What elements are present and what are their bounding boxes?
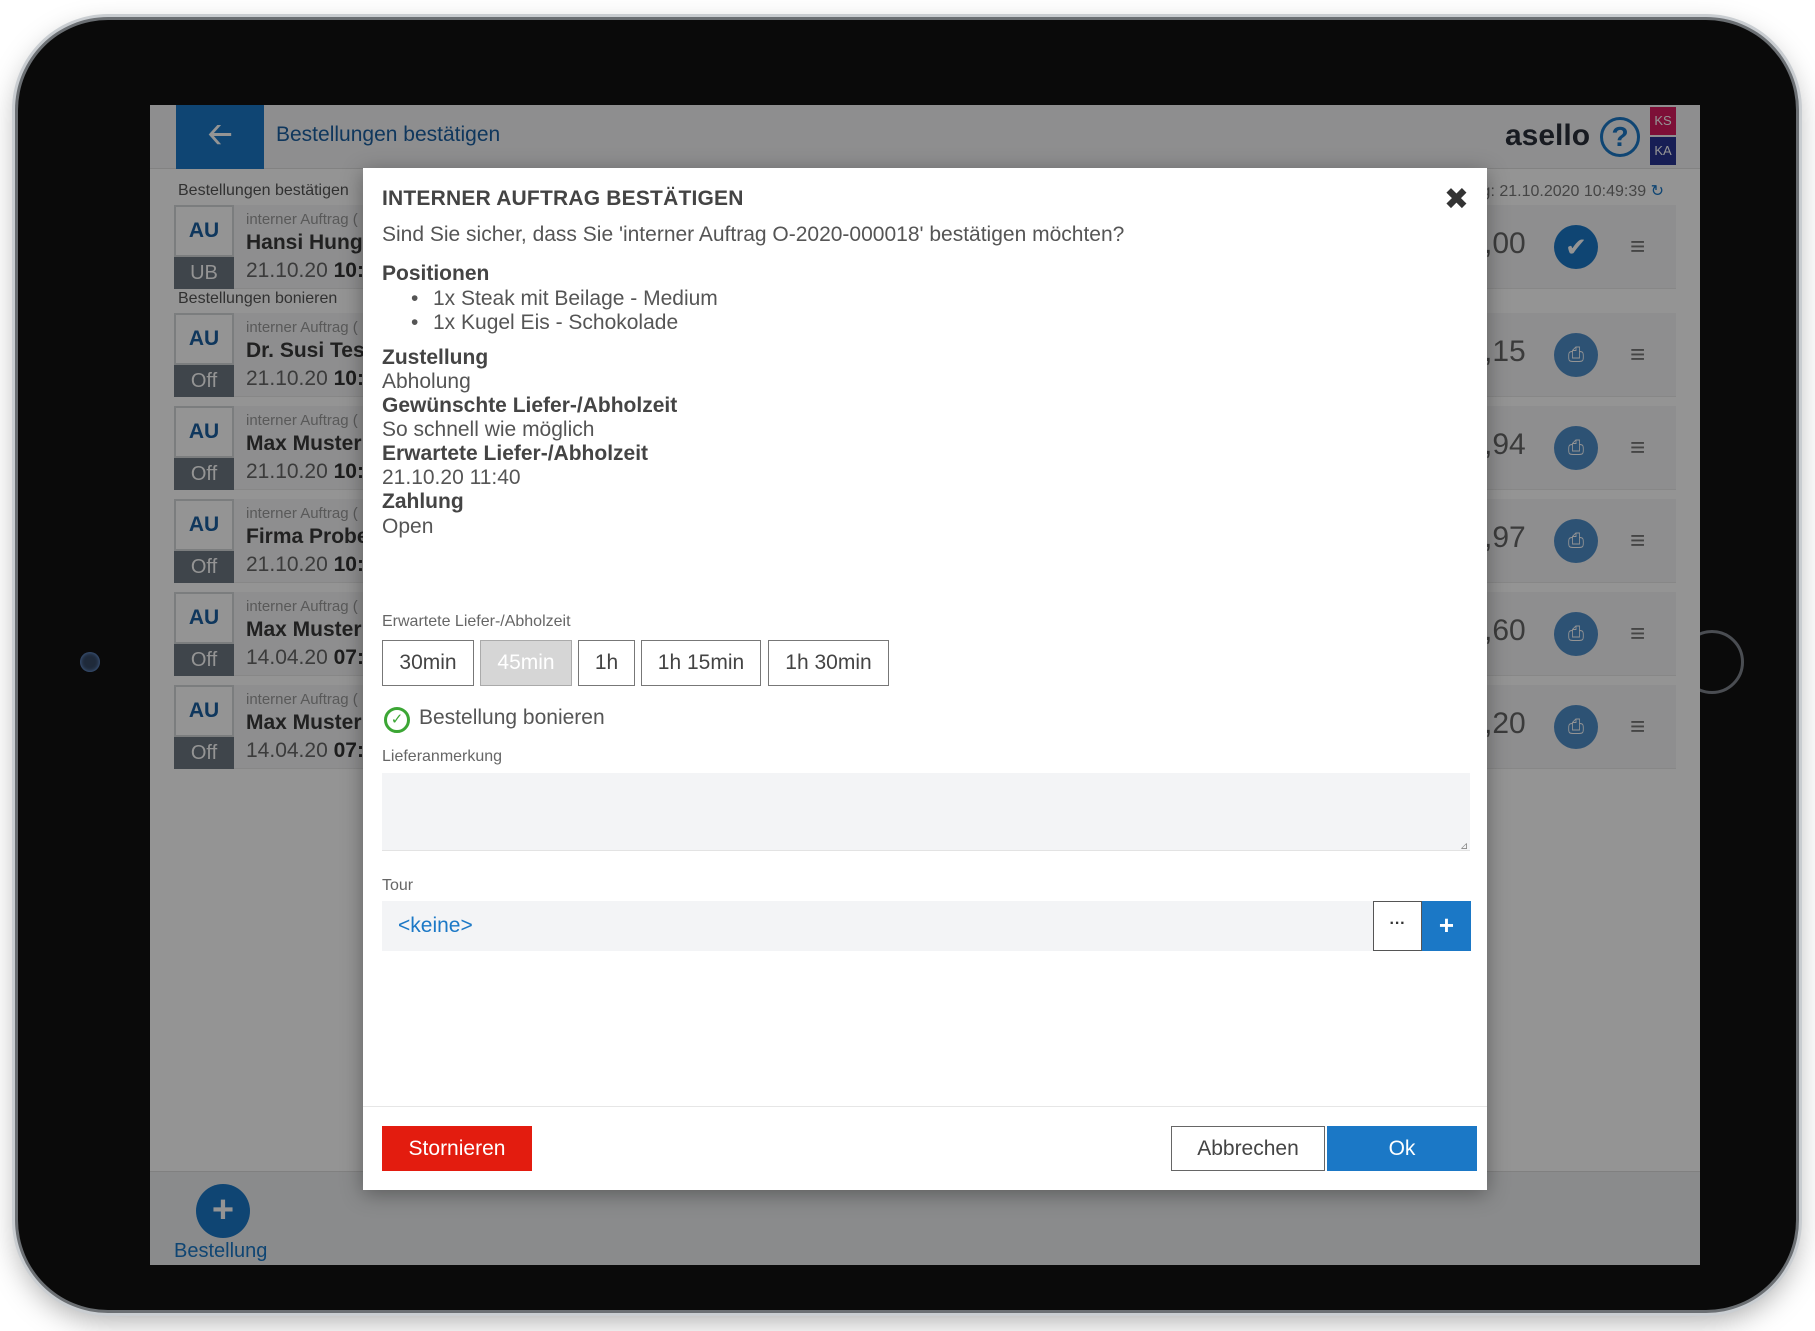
tour-browse-button[interactable]: ··· bbox=[1373, 901, 1422, 951]
tablet-frame: 🡠 Bestellungen bestätigen asello ? KS KA… bbox=[18, 20, 1796, 1310]
position-item: 1x Kugel Eis - Schokolade bbox=[411, 311, 678, 335]
delivery-note-input[interactable] bbox=[382, 773, 1470, 851]
note-label: Lieferanmerkung bbox=[382, 748, 503, 765]
check-circle-icon[interactable]: ✓ bbox=[384, 707, 410, 733]
cancel-order-button[interactable]: Stornieren bbox=[382, 1126, 532, 1171]
confirm-question: Sind Sie sicher, dass Sie 'interner Auft… bbox=[382, 223, 1125, 246]
camera-icon bbox=[80, 652, 100, 672]
expected-time-heading: Erwartete Liefer-/Abholzeit bbox=[382, 442, 649, 465]
payment-heading: Zahlung bbox=[382, 490, 464, 513]
delivery-heading: Zustellung bbox=[382, 346, 489, 369]
confirm-order-dialog: INTERNER AUFTRAG BESTÄTIGEN ✖ Sind Sie s… bbox=[363, 168, 1487, 1190]
payment-value: Open bbox=[382, 515, 434, 538]
positions-heading: Positionen bbox=[382, 262, 490, 285]
time-select-label: Erwartete Liefer-/Abholzeit bbox=[382, 613, 571, 630]
dialog-footer: Stornieren Abbrechen Ok bbox=[363, 1106, 1487, 1190]
bonieren-checkbox-label[interactable]: Bestellung bonieren bbox=[419, 706, 605, 730]
tour-add-button[interactable]: + bbox=[1422, 901, 1471, 951]
delivery-value: Abholung bbox=[382, 370, 471, 393]
dialog-title: INTERNER AUFTRAG BESTÄTIGEN bbox=[382, 187, 744, 210]
time-option-30min[interactable]: 30min bbox=[382, 640, 474, 686]
time-option-1h30[interactable]: 1h 30min bbox=[768, 640, 889, 686]
ok-button[interactable]: Ok bbox=[1327, 1126, 1477, 1171]
time-option-1h15[interactable]: 1h 15min bbox=[641, 640, 761, 686]
time-option-45min[interactable]: 45min bbox=[480, 640, 572, 686]
expected-time-value: 21.10.20 11:40 bbox=[382, 466, 521, 489]
wish-time-heading: Gewünschte Liefer-/Abholzeit bbox=[382, 394, 678, 417]
close-icon[interactable]: ✖ bbox=[1444, 182, 1469, 217]
resize-grip-icon[interactable]: ⊿ bbox=[1460, 841, 1468, 852]
position-item: 1x Steak mit Beilage - Medium bbox=[411, 287, 718, 311]
time-option-1h[interactable]: 1h bbox=[578, 640, 635, 686]
app-screen: 🡠 Bestellungen bestätigen asello ? KS KA… bbox=[150, 105, 1700, 1265]
wish-time-value: So schnell wie möglich bbox=[382, 418, 595, 441]
abort-button[interactable]: Abbrechen bbox=[1171, 1126, 1325, 1171]
tour-select[interactable]: <keine> bbox=[382, 901, 1374, 951]
tour-label: Tour bbox=[382, 877, 414, 894]
